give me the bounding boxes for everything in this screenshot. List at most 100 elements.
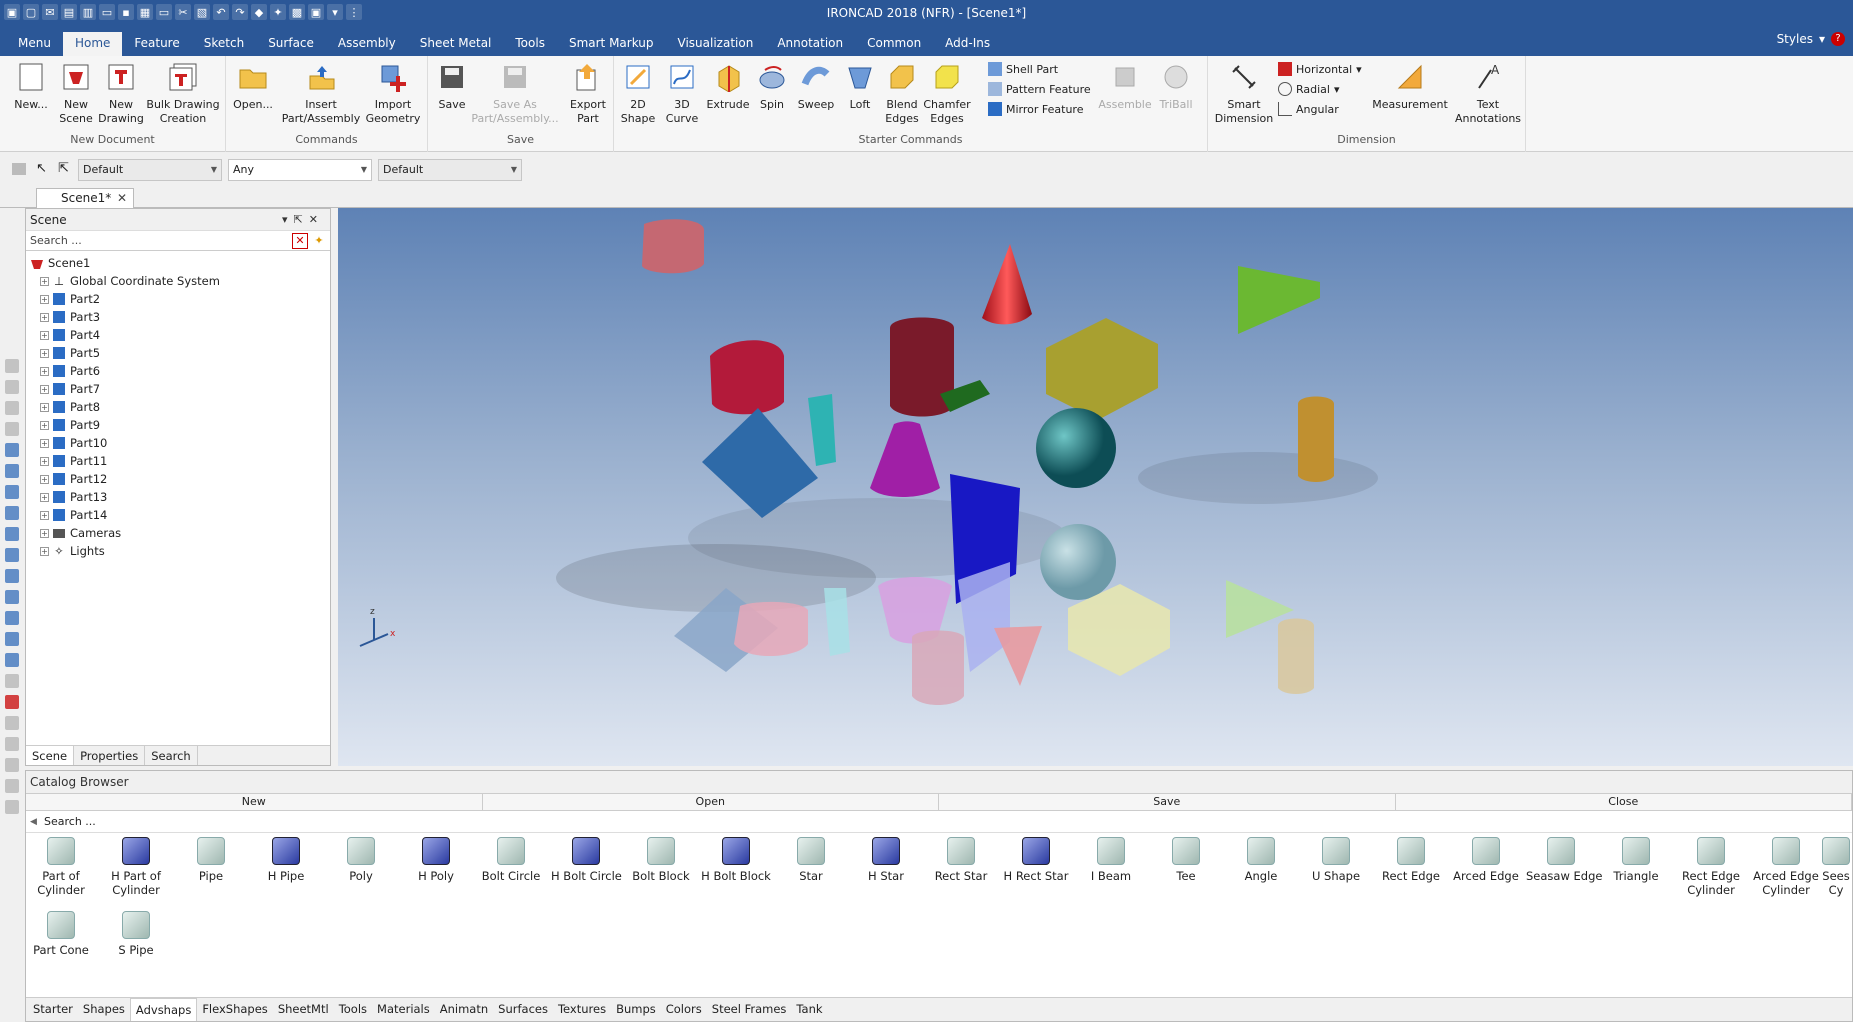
tool-icon[interactable] [5, 653, 19, 667]
catalog-item[interactable]: Arced Edge [1451, 837, 1521, 883]
catalog-tab[interactable]: Materials [372, 998, 435, 1021]
assemble-button[interactable]: Assemble [1096, 60, 1154, 112]
new-scene-button[interactable]: New Scene [54, 60, 98, 126]
tool-icon[interactable] [5, 632, 19, 646]
3d-viewport[interactable]: z x [338, 208, 1853, 766]
measurement-button[interactable]: Measurement [1370, 60, 1450, 112]
tab-visualization[interactable]: Visualization [666, 32, 766, 56]
expand-icon[interactable]: + [40, 510, 49, 520]
bulk-drawing-button[interactable]: Bulk Drawing Creation [146, 60, 220, 126]
tab-properties[interactable]: Properties [74, 746, 146, 765]
tree-node[interactable]: + Cameras [30, 524, 330, 542]
tool-icon[interactable] [5, 779, 19, 793]
tab-scene[interactable]: Scene [26, 746, 75, 765]
expand-icon[interactable]: + [40, 384, 49, 394]
curve-3d-button[interactable]: 3D Curve [662, 60, 702, 126]
tree-node[interactable]: + Part3 [30, 308, 330, 326]
expand-icon[interactable]: + [40, 312, 49, 322]
expand-icon[interactable]: + [40, 366, 49, 376]
tool-icon[interactable] [5, 674, 19, 688]
tool-icon[interactable] [5, 611, 19, 625]
tree-node[interactable]: + Part9 [30, 416, 330, 434]
catalog-item[interactable]: Pipe [176, 837, 246, 883]
expand-icon[interactable]: + [40, 456, 49, 466]
catalog-item[interactable]: H Bolt Circle [551, 837, 622, 883]
catalog-tab[interactable]: Animatn [435, 998, 493, 1021]
chamfer-edges-button[interactable]: Chamfer Edges [923, 60, 971, 126]
angular-dimension-button[interactable]: Angular [1278, 102, 1339, 116]
expand-icon[interactable]: + [40, 294, 49, 304]
shape-2d-button[interactable]: 2D Shape [618, 60, 658, 126]
catalog-item[interactable]: Rect Star [926, 837, 996, 883]
tool-icon[interactable] [5, 569, 19, 583]
expand-icon[interactable]: + [40, 348, 49, 358]
tab-sketch[interactable]: Sketch [192, 32, 256, 56]
tool-icon[interactable] [5, 401, 19, 415]
catalog-tab[interactable]: Tank [791, 998, 827, 1021]
expand-icon[interactable]: + [40, 402, 49, 412]
catalog-open-button[interactable]: Open [483, 794, 939, 810]
open-button[interactable]: Open... [232, 60, 274, 112]
tab-surface[interactable]: Surface [256, 32, 326, 56]
tab-smart-markup[interactable]: Smart Markup [557, 32, 666, 56]
smart-dimension-button[interactable]: Smart Dimension [1214, 60, 1274, 126]
catalog-item[interactable]: Bolt Circle [476, 837, 546, 883]
catalog-tab[interactable]: Starter [28, 998, 78, 1021]
catalog-tab[interactable]: Shapes [78, 998, 130, 1021]
catalog-item[interactable]: Tee [1151, 837, 1221, 883]
selection-level-combo[interactable]: Default ▼ [78, 159, 222, 181]
catalog-tab[interactable]: Steel Frames [707, 998, 792, 1021]
horizontal-dimension-button[interactable]: Horizontal ▾ [1278, 62, 1362, 76]
scene-search-input[interactable]: Search ... ✕ ✦ [26, 231, 330, 251]
tool-icon[interactable] [5, 590, 19, 604]
tree-node[interactable]: + Part6 [30, 362, 330, 380]
catalog-item[interactable]: Angle [1226, 837, 1296, 883]
tree-node[interactable]: + Part4 [30, 326, 330, 344]
clear-search-icon[interactable]: ✕ [292, 233, 308, 249]
catalog-item[interactable]: Triangle [1601, 837, 1671, 883]
catalog-item[interactable]: Part Cone [26, 911, 96, 957]
catalog-save-button[interactable]: Save [939, 794, 1396, 810]
tab-menu[interactable]: Menu [6, 32, 63, 56]
tool-icon[interactable] [5, 443, 19, 457]
catalog-item[interactable]: H Pipe [251, 837, 321, 883]
save-button[interactable]: Save [434, 60, 470, 112]
tree-node[interactable]: + ⊥ Global Coordinate System [30, 272, 330, 290]
tool-icon[interactable] [5, 380, 19, 394]
catalog-item[interactable]: Bolt Block [626, 837, 696, 883]
expand-icon[interactable]: + [40, 546, 49, 556]
shell-part-button[interactable]: Shell Part [988, 62, 1058, 76]
tab-common[interactable]: Common [855, 32, 933, 56]
expand-icon[interactable]: + [40, 528, 49, 538]
tree-node-root[interactable]: Scene1 [30, 254, 330, 272]
tab-home[interactable]: Home [62, 32, 123, 56]
expand-icon[interactable]: + [40, 330, 49, 340]
insert-part-button[interactable]: Insert Part/Assembly [282, 60, 360, 126]
tool-icon[interactable] [5, 758, 19, 772]
tree-node[interactable]: + Part5 [30, 344, 330, 362]
tree-node[interactable]: + Part10 [30, 434, 330, 452]
tool-icon[interactable] [5, 737, 19, 751]
filter-combo[interactable]: Any ▼ [228, 159, 372, 181]
catalog-tab-active[interactable]: Advshaps [129, 998, 198, 1021]
tab-sheet-metal[interactable]: Sheet Metal [408, 32, 504, 56]
tree-node[interactable]: + ✧ Lights [30, 542, 330, 560]
expand-icon[interactable]: + [40, 276, 49, 286]
help-icon[interactable]: ? [1831, 32, 1845, 46]
tool-icon[interactable] [5, 716, 19, 730]
select-arrow-icon[interactable]: ↖ [36, 161, 47, 176]
catalog-tab[interactable]: Colors [661, 998, 707, 1021]
catalog-close-button[interactable]: Close [1396, 794, 1852, 810]
style-combo[interactable]: Default ▼ [378, 159, 522, 181]
triball-button[interactable]: TriBall [1154, 60, 1198, 112]
doc-tab-scene1[interactable]: Scene1* ✕ [36, 188, 134, 208]
tab-tools[interactable]: Tools [503, 32, 557, 56]
expand-icon[interactable]: + [40, 474, 49, 484]
close-icon[interactable]: ✕ [117, 189, 127, 207]
catalog-item[interactable]: H Poly [401, 837, 471, 883]
catalog-item[interactable]: Rect Edge [1376, 837, 1446, 883]
tool-icon[interactable] [5, 422, 19, 436]
tree-node[interactable]: + Part8 [30, 398, 330, 416]
loft-button[interactable]: Loft [840, 60, 880, 112]
expand-icon[interactable]: + [40, 420, 49, 430]
